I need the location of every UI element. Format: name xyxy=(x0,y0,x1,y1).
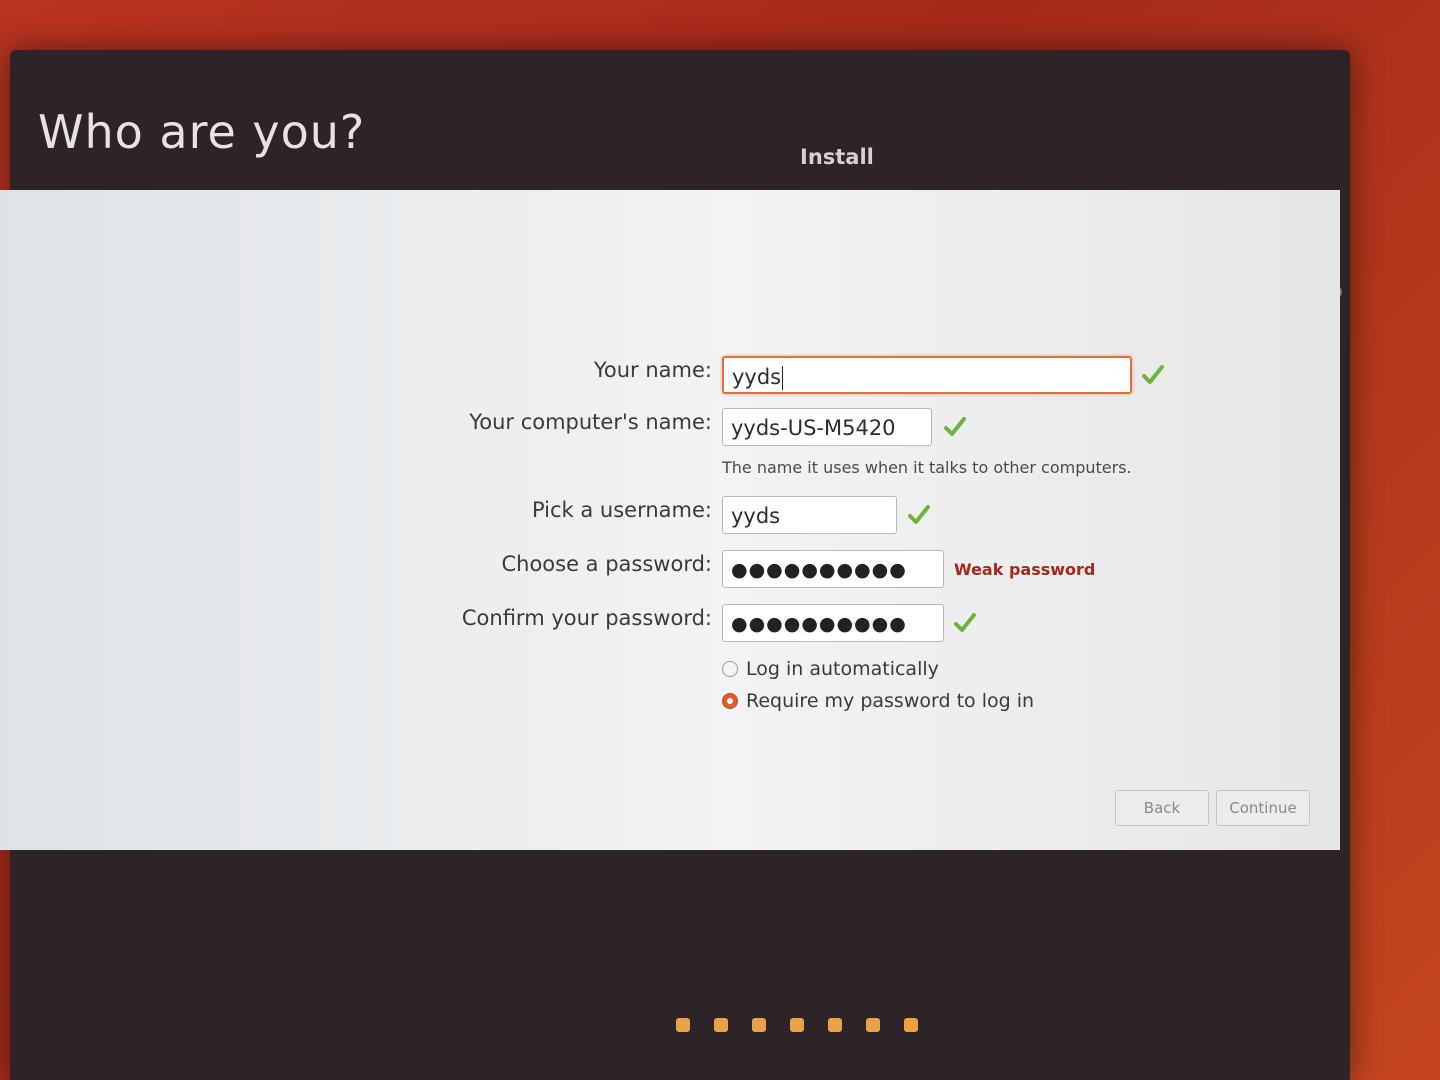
login-auto-radio[interactable] xyxy=(722,661,738,677)
progress-dot xyxy=(790,1018,804,1032)
content-pane: Your name: yyds Your computer's name: yy… xyxy=(0,190,1340,850)
computer-name-value: yyds-US-M5420 xyxy=(731,416,896,440)
window-title: Install xyxy=(800,145,874,169)
username-value: yyds xyxy=(731,504,781,528)
require-password-option[interactable]: Require my password to log in xyxy=(722,690,1034,712)
login-auto-label: Log in automatically xyxy=(746,658,939,680)
computer-name-input[interactable]: yyds-US-M5420 xyxy=(722,408,932,446)
progress-dot xyxy=(752,1018,766,1032)
name-label: Your name: xyxy=(593,358,712,382)
username-row: Pick a username: xyxy=(0,490,712,532)
desktop-background: Who are you? Install Your name: yyds You… xyxy=(0,0,1440,1080)
password-row: Choose a password: xyxy=(0,544,712,586)
computer-name-hint: The name it uses when it talks to other … xyxy=(722,458,1132,477)
username-valid-check-icon xyxy=(908,505,930,524)
computer-name-row: Your computer's name: xyxy=(0,402,712,444)
password-input[interactable]: ●●●●●●●●●● xyxy=(722,550,944,588)
progress-dot xyxy=(904,1018,918,1032)
name-row: Your name: xyxy=(0,350,712,392)
confirm-password-label: Confirm your password: xyxy=(461,606,712,630)
computer-name-label: Your computer's name: xyxy=(469,410,712,434)
name-valid-check-icon xyxy=(1142,365,1164,384)
password-value: ●●●●●●●●●● xyxy=(731,559,907,581)
progress-dot xyxy=(714,1018,728,1032)
username-input[interactable]: yyds xyxy=(722,496,897,534)
password-label: Choose a password: xyxy=(501,552,712,576)
confirm-password-input[interactable]: ●●●●●●●●●● xyxy=(722,604,944,642)
confirm-password-row: Confirm your password: xyxy=(0,598,712,640)
page-title: Who are you? xyxy=(38,105,366,159)
password-strength-label: Weak password xyxy=(954,560,1096,579)
login-auto-option[interactable]: Log in automatically xyxy=(722,658,939,680)
progress-dot xyxy=(676,1018,690,1032)
confirm-password-value: ●●●●●●●●●● xyxy=(731,613,907,635)
continue-button[interactable]: Continue xyxy=(1216,790,1310,826)
progress-dot xyxy=(866,1018,880,1032)
require-password-label: Require my password to log in xyxy=(746,690,1035,712)
computer-name-valid-check-icon xyxy=(944,417,966,436)
username-label: Pick a username: xyxy=(531,498,712,522)
back-button[interactable]: Back xyxy=(1115,790,1209,826)
require-password-radio[interactable] xyxy=(722,693,738,709)
progress-dot xyxy=(828,1018,842,1032)
name-input[interactable]: yyds xyxy=(722,356,1132,394)
text-caret xyxy=(782,366,784,390)
name-value: yyds xyxy=(732,365,782,389)
confirm-password-valid-check-icon xyxy=(954,613,976,632)
installer-progress-dots xyxy=(676,1018,918,1032)
